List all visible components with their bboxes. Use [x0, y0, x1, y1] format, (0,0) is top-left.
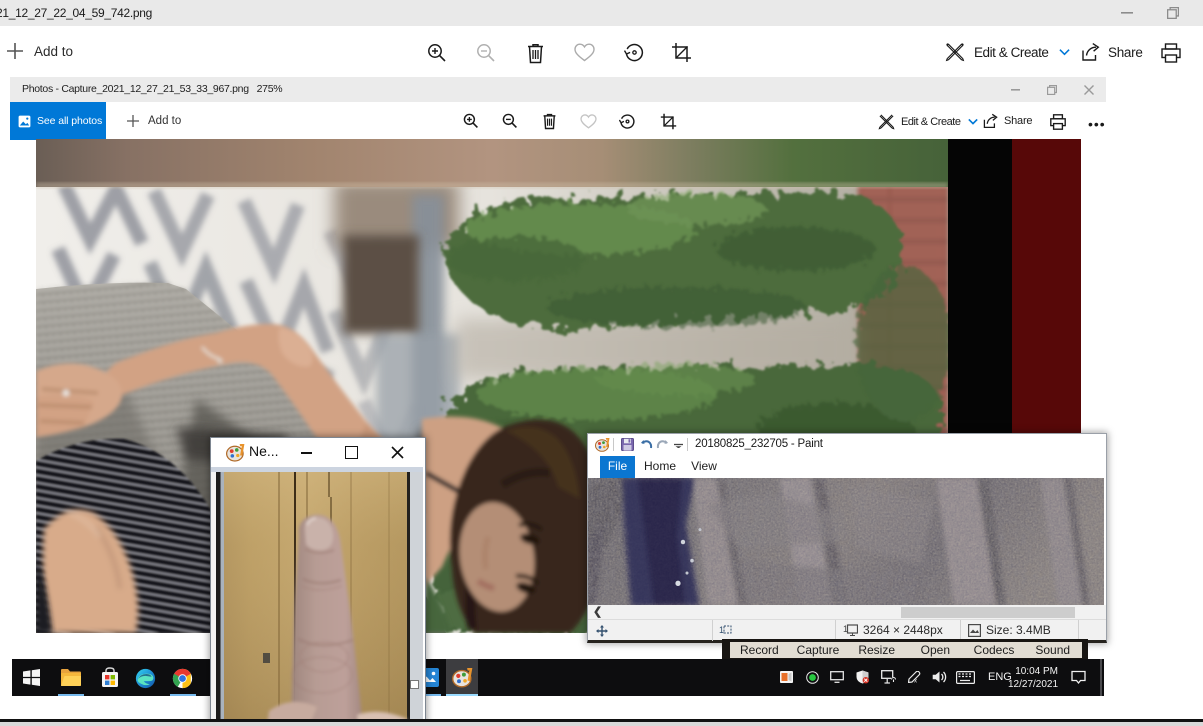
svg-text:1: 1	[719, 625, 724, 635]
svg-text:x: x	[914, 679, 917, 684]
